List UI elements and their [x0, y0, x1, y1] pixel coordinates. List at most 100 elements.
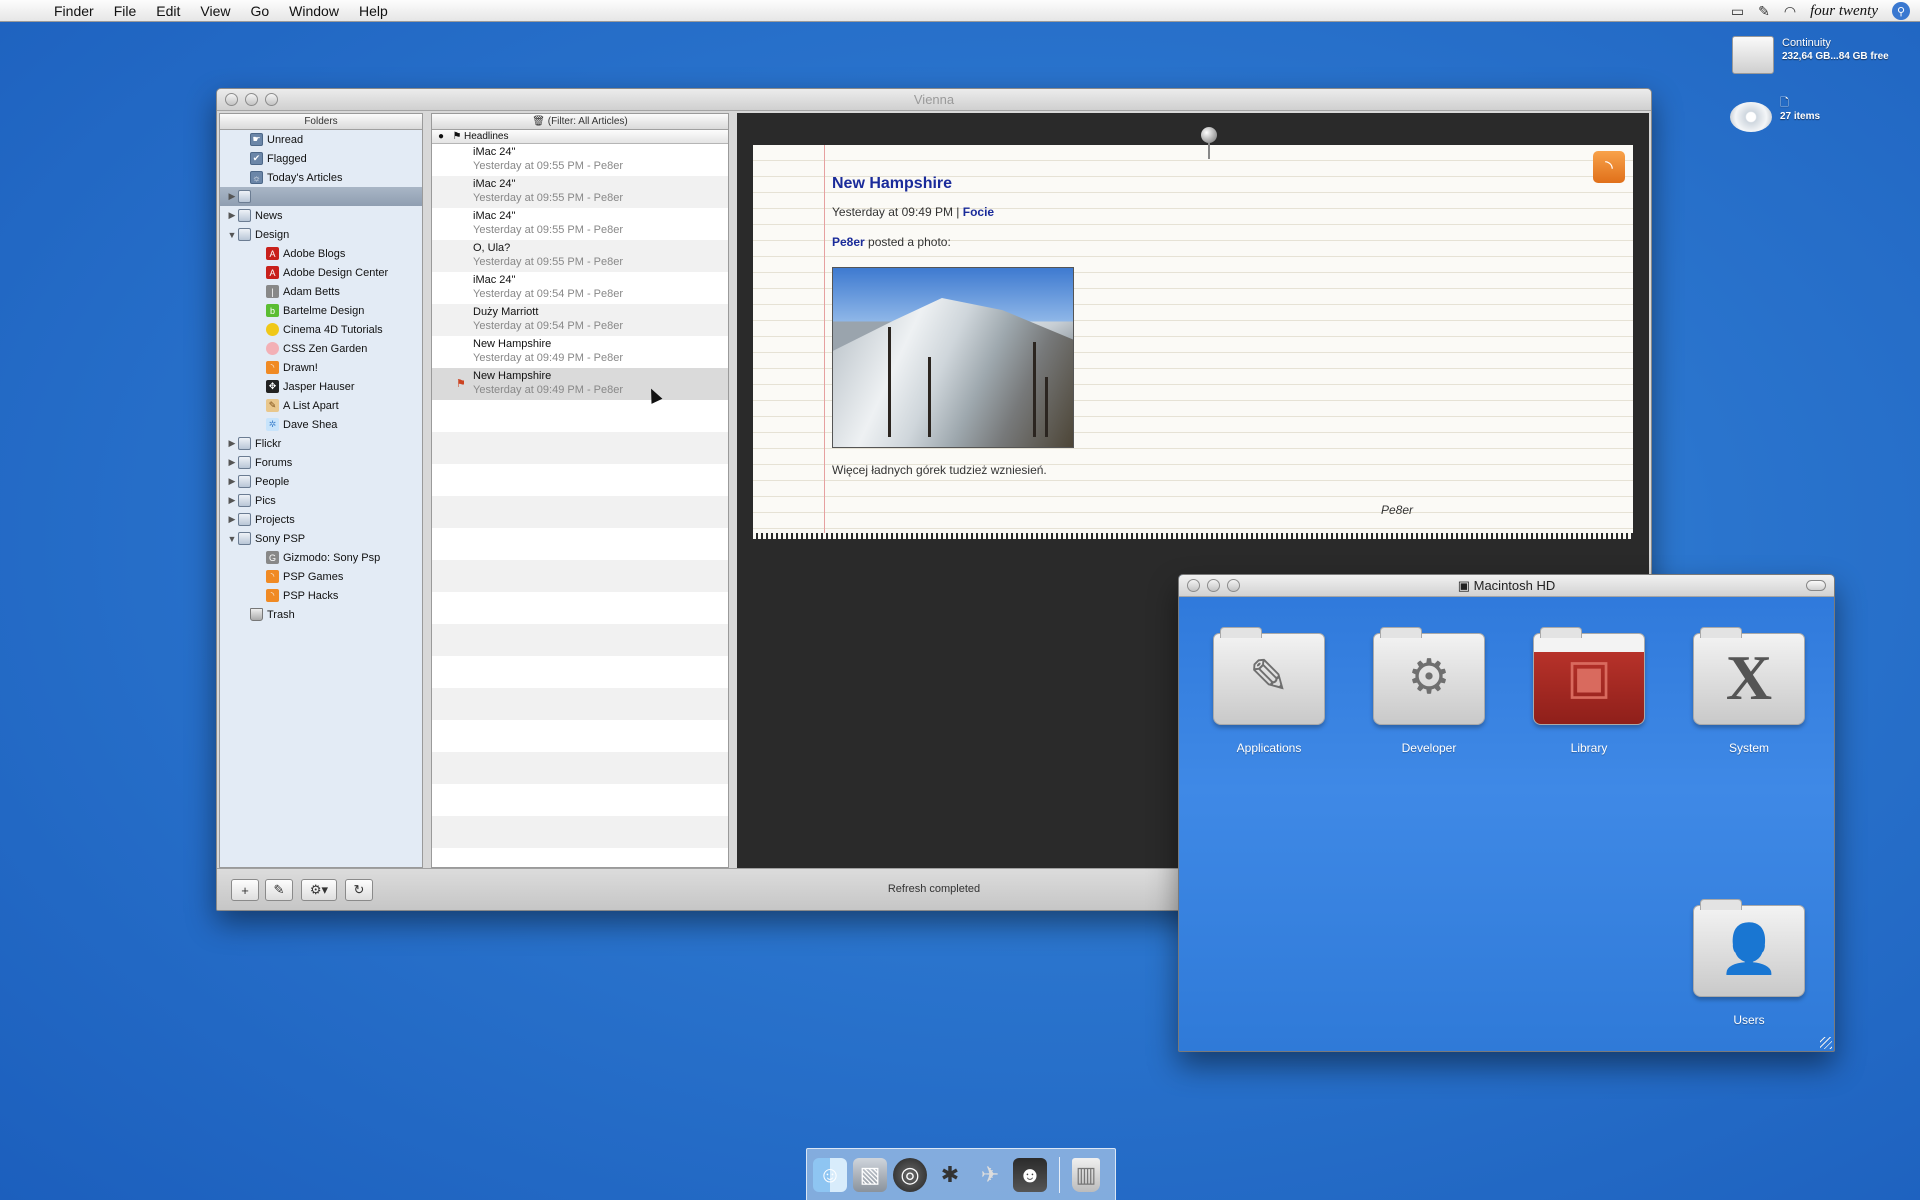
article-row-title: iMac 24"	[473, 178, 516, 190]
folder-row[interactable]: ✔ Flagged	[220, 149, 422, 168]
article-row[interactable]: iMac 24" Yesterday at 09:55 PM - Pe8er	[432, 144, 728, 176]
filter-header[interactable]: 🗑 (Filter: All Articles)	[432, 114, 728, 130]
folder-label: PSP Hacks	[283, 589, 339, 602]
folder-row[interactable]: ▶ Projects	[220, 510, 422, 529]
group-folder-icon	[238, 513, 251, 526]
folder-row[interactable]: ▶ News	[220, 206, 422, 225]
display-icon[interactable]: ▭	[1731, 3, 1744, 20]
desktop-drive-continuity[interactable]: Continuity 232,64 GB...84 GB free	[1732, 36, 1889, 74]
folder-library[interactable]: ▣ Library	[1519, 627, 1659, 755]
folder-row[interactable]: ▶ Forums	[220, 453, 422, 472]
folder-row[interactable]: ▶ Flickr	[220, 434, 422, 453]
resize-grip[interactable]	[1820, 1037, 1832, 1049]
menu-help[interactable]: Help	[349, 3, 398, 19]
finder-zoom-button[interactable]	[1227, 579, 1240, 592]
article-category-link[interactable]: Focie	[963, 205, 994, 219]
toolbar-toggle-button[interactable]	[1806, 580, 1826, 591]
folders-header[interactable]: Folders	[220, 114, 422, 130]
finder-icon[interactable]: ☺	[813, 1157, 847, 1192]
disclosure-closed-icon[interactable]: ▶	[226, 210, 238, 221]
menu-go[interactable]: Go	[240, 3, 279, 19]
disclosure-closed-icon[interactable]: ▶	[226, 191, 238, 202]
article-photo[interactable]	[832, 267, 1074, 448]
close-button[interactable]	[225, 93, 238, 106]
disclosure-closed-icon[interactable]: ▶	[226, 514, 238, 525]
menu-clock[interactable]: four twenty	[1810, 3, 1878, 20]
folder-system[interactable]: X System	[1679, 627, 1819, 755]
empty-row	[432, 432, 728, 464]
article-title[interactable]: New Hampshire	[832, 175, 952, 193]
folder-row[interactable]: ▶ Pics	[220, 491, 422, 510]
folder-row[interactable]: ☛ Unread	[220, 130, 422, 149]
finder-close-button[interactable]	[1187, 579, 1200, 592]
dvd-player-icon[interactable]: ◎	[893, 1157, 927, 1192]
vienna-titlebar[interactable]: Vienna	[217, 89, 1651, 111]
wifi-icon[interactable]: ◠	[1784, 3, 1796, 20]
xcode-icon[interactable]: ✈	[973, 1158, 1007, 1192]
folder-row[interactable]: ◝ PSP Games	[220, 567, 422, 586]
menu-window[interactable]: Window	[279, 3, 349, 19]
desktop-disc[interactable]: 🗋 27 items	[1730, 96, 1820, 132]
article-row-title: O, Ula?	[473, 242, 511, 254]
menu-app-name[interactable]: Finder	[44, 3, 104, 19]
folder-row[interactable]: ▶ People	[220, 472, 422, 491]
folder-row[interactable]: ✥ Jasper Hauser	[220, 377, 422, 396]
photo-booth-icon[interactable]: ☻	[1013, 1157, 1047, 1192]
group-folder-icon	[238, 456, 251, 469]
disclosure-closed-icon[interactable]: ▶	[226, 438, 238, 449]
menu-edit[interactable]: Edit	[146, 3, 190, 19]
menu-file[interactable]: File	[104, 3, 147, 19]
folder-row[interactable]: ✲ Dave Shea	[220, 415, 422, 434]
system-prefs-icon[interactable]: ✱	[933, 1158, 967, 1192]
rss-icon[interactable]: ◝	[1593, 151, 1625, 183]
flag-icon[interactable]: ⚑	[456, 377, 466, 390]
folder-row[interactable]: ☼ Today's Articles	[220, 168, 422, 187]
folder-row[interactable]: A Adobe Blogs	[220, 244, 422, 263]
folder-applications[interactable]: ✎ Applications	[1199, 627, 1339, 755]
preview-icon[interactable]: ▧	[853, 1157, 887, 1192]
article-row[interactable]: ⚑ New Hampshire Yesterday at 09:49 PM - Pe…	[432, 368, 728, 400]
disclosure-closed-icon[interactable]: ▶	[226, 476, 238, 487]
disclosure-open-icon[interactable]: ▼	[226, 230, 238, 240]
disclosure-closed-icon[interactable]: ▶	[226, 457, 238, 468]
spotlight-icon[interactable]: ⚲	[1892, 2, 1910, 20]
trash-icon[interactable]: ▥	[1072, 1157, 1100, 1192]
articles-pane: 🗑 (Filter: All Articles) ● ⚑ Headlines i…	[431, 113, 729, 868]
pen-icon[interactable]: ✎	[1758, 3, 1770, 20]
menu-bar: Finder File Edit View Go Window Help ▭ ✎…	[0, 0, 1920, 22]
article-row[interactable]: iMac 24" Yesterday at 09:54 PM - Pe8er	[432, 272, 728, 304]
article-row[interactable]: Duży Marriott Yesterday at 09:54 PM - Pe8…	[432, 304, 728, 336]
disclosure-closed-icon[interactable]: ▶	[226, 495, 238, 506]
zoom-button[interactable]	[265, 93, 278, 106]
folder-row[interactable]: ✎ A List Apart	[220, 396, 422, 415]
article-row[interactable]: New Hampshire Yesterday at 09:49 PM - Pe8…	[432, 336, 728, 368]
folder-row[interactable]: | Adam Betts	[220, 282, 422, 301]
folder-row[interactable]: CSS Zen Garden	[220, 339, 422, 358]
menu-view[interactable]: View	[190, 3, 240, 19]
folder-developer[interactable]: ⚙ Developer	[1359, 627, 1499, 755]
minimize-button[interactable]	[245, 93, 258, 106]
folder-row[interactable]: ▶	[220, 187, 422, 206]
disc-info: 27 items	[1780, 111, 1821, 122]
folder-row[interactable]: Trash	[220, 605, 422, 624]
folder-label: Flagged	[267, 152, 307, 165]
folder-row[interactable]: b Bartelme Design	[220, 301, 422, 320]
folder-row[interactable]: ◝ Drawn!	[220, 358, 422, 377]
finder-titlebar[interactable]: ▣ Macintosh HD	[1179, 575, 1834, 597]
article-row[interactable]: iMac 24" Yesterday at 09:55 PM - Pe8er	[432, 208, 728, 240]
read-column-icon[interactable]: ●	[432, 131, 450, 142]
article-row[interactable]: O, Ula? Yesterday at 09:55 PM - Pe8er	[432, 240, 728, 272]
article-row[interactable]: iMac 24" Yesterday at 09:55 PM - Pe8er	[432, 176, 728, 208]
article-author-link[interactable]: Pe8er	[832, 235, 865, 249]
folder-row[interactable]: ▼ Sony PSP	[220, 529, 422, 548]
folder-row[interactable]: Cinema 4D Tutorials	[220, 320, 422, 339]
folder-row[interactable]: ◝ PSP Hacks	[220, 586, 422, 605]
headlines-column[interactable]: Headlines	[464, 131, 508, 142]
folder-row[interactable]: ▼ Design	[220, 225, 422, 244]
disclosure-open-icon[interactable]: ▼	[226, 534, 238, 544]
folder-users[interactable]: 👤 Users	[1679, 899, 1819, 1027]
folder-row[interactable]: A Adobe Design Center	[220, 263, 422, 282]
finder-minimize-button[interactable]	[1207, 579, 1220, 592]
flag-column-icon[interactable]: ⚑	[450, 131, 464, 142]
folder-row[interactable]: G Gizmodo: Sony Psp	[220, 548, 422, 567]
